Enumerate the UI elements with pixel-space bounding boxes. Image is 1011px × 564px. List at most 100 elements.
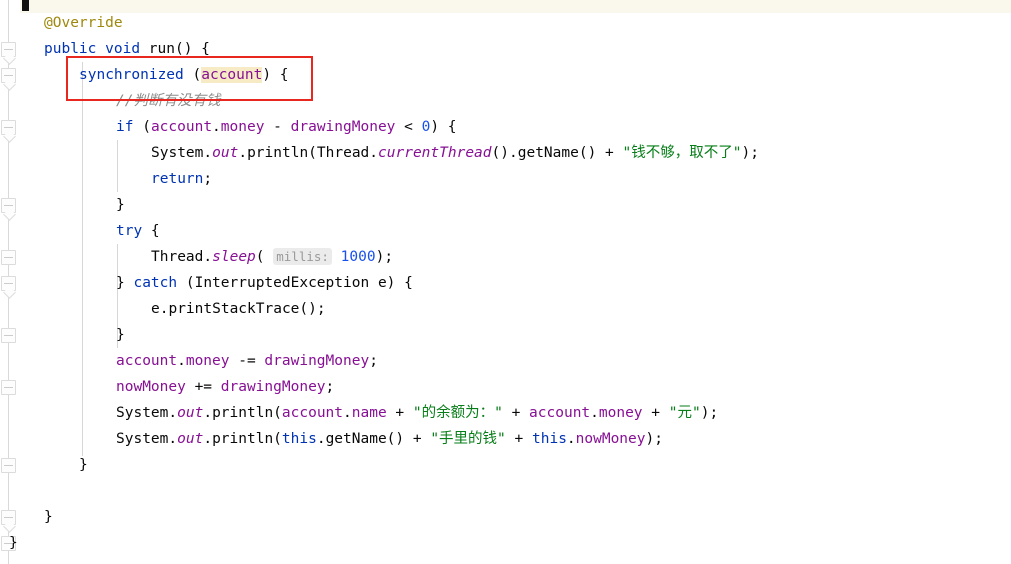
inlay-parameter-hint: millis: <box>273 248 332 265</box>
field-reference: account <box>529 405 591 421</box>
code-editor[interactable]: @Override public void run() {synchronized… <box>0 0 1011 564</box>
code-line[interactable]: //判断有没有钱 <box>0 88 220 114</box>
punctuation: . <box>203 249 213 265</box>
method-call: getName <box>517 145 579 161</box>
field-reference: name <box>351 405 387 421</box>
code-line[interactable]: if (account.money - drawingMoney < 0) { <box>0 114 457 140</box>
static-member: out <box>177 405 204 421</box>
punctuation <box>96 41 105 57</box>
punctuation: { <box>142 223 160 239</box>
java-keyword: this <box>532 431 567 447</box>
static-member: sleep <box>212 249 256 265</box>
punctuation: . <box>369 145 379 161</box>
java-keyword: void <box>105 41 141 57</box>
code-line[interactable]: System.out.println(account.name + "的余额为：… <box>0 400 718 426</box>
code-line[interactable]: System.out.println(this.getName() + "手里的… <box>0 426 663 452</box>
code-line[interactable]: Thread.sleep( millis: 1000); <box>0 244 393 270</box>
punctuation: ) { <box>262 67 289 83</box>
field-reference: account <box>201 67 263 83</box>
punctuation: ( <box>273 431 282 447</box>
punctuation: } <box>116 327 125 343</box>
identifier: Thread <box>151 249 204 265</box>
java-keyword: this <box>281 431 317 447</box>
code-line[interactable]: public void run() { <box>0 36 210 62</box>
punctuation: ); <box>375 249 394 265</box>
punctuation: } <box>79 457 88 473</box>
static-member: out <box>177 431 204 447</box>
string-literal: "的余额为：" <box>412 405 503 421</box>
java-keyword: synchronized <box>79 67 184 83</box>
punctuation: -= <box>229 353 265 369</box>
punctuation: . <box>168 405 178 421</box>
punctuation: ); <box>645 431 663 447</box>
identifier: e <box>151 301 160 317</box>
punctuation: ( <box>255 249 265 265</box>
punctuation: ( <box>273 405 282 421</box>
punctuation: () { <box>174 41 210 57</box>
field-reference: money <box>220 119 265 135</box>
code-line[interactable]: try { <box>0 218 160 244</box>
punctuation: } <box>9 535 18 551</box>
punctuation: - <box>264 119 291 135</box>
identifier: System <box>151 145 204 161</box>
punctuation: () + <box>386 431 431 447</box>
punctuation: . <box>343 405 352 421</box>
code-line[interactable]: System.out.println(Thread.currentThread(… <box>0 140 759 166</box>
code-text-area[interactable]: @Override public void run() {synchronized… <box>0 0 1011 564</box>
field-reference: account <box>150 119 213 135</box>
identifier: e <box>377 275 387 291</box>
punctuation: . <box>590 405 599 421</box>
java-keyword: try <box>116 223 143 239</box>
java-keyword: return <box>151 171 204 187</box>
punctuation: < <box>395 119 422 135</box>
punctuation: + <box>502 405 530 421</box>
punctuation: ); <box>741 145 759 161</box>
static-member: currentThread <box>378 145 492 161</box>
code-line[interactable]: } <box>0 504 53 530</box>
punctuation: . <box>203 431 213 447</box>
punctuation: ( <box>183 67 202 83</box>
code-line[interactable]: account.money -= drawingMoney; <box>0 348 378 374</box>
method-call: println <box>212 405 274 421</box>
code-line[interactable]: return; <box>0 166 212 192</box>
punctuation: ) { <box>386 275 413 291</box>
punctuation: ; <box>325 379 335 395</box>
punctuation: . <box>177 353 186 369</box>
java-keyword: catch <box>133 275 178 291</box>
code-line[interactable]: } catch (InterruptedException e) { <box>0 270 413 296</box>
string-literal: "元" <box>668 405 701 421</box>
code-line[interactable]: nowMoney += drawingMoney; <box>0 374 334 400</box>
code-line[interactable]: @Override <box>0 10 123 36</box>
punctuation: . <box>168 431 178 447</box>
string-literal: "钱不够，取不了" <box>622 145 742 161</box>
identifier: InterruptedException <box>194 275 370 291</box>
field-reference: account <box>281 405 344 421</box>
numeric-literal: 1000 <box>340 249 376 265</box>
code-line[interactable]: } <box>0 322 125 348</box>
punctuation: } <box>44 509 53 525</box>
code-line[interactable]: } <box>0 530 18 556</box>
method-call: println <box>247 145 309 161</box>
java-keyword: if <box>116 119 134 135</box>
method-call: getName <box>325 431 387 447</box>
punctuation <box>140 41 149 57</box>
punctuation: () + <box>578 145 623 161</box>
punctuation: + <box>386 405 413 421</box>
code-line[interactable]: e.printStackTrace(); <box>0 296 326 322</box>
punctuation <box>369 275 378 291</box>
punctuation: ; <box>203 171 213 187</box>
punctuation: (); <box>299 301 326 317</box>
punctuation: . <box>566 431 576 447</box>
code-line[interactable]: synchronized (account) { <box>0 62 289 88</box>
code-line[interactable]: } <box>0 452 88 478</box>
punctuation: . <box>212 119 221 135</box>
field-reference: drawingMoney <box>290 119 396 135</box>
punctuation: . <box>203 405 213 421</box>
identifier: Thread <box>316 145 370 161</box>
code-line[interactable]: } <box>0 192 125 218</box>
punctuation: . <box>238 145 248 161</box>
field-reference: money <box>598 405 643 421</box>
identifier: System <box>116 405 169 421</box>
field-reference: money <box>185 353 230 369</box>
field-reference: drawingMoney <box>264 353 370 369</box>
